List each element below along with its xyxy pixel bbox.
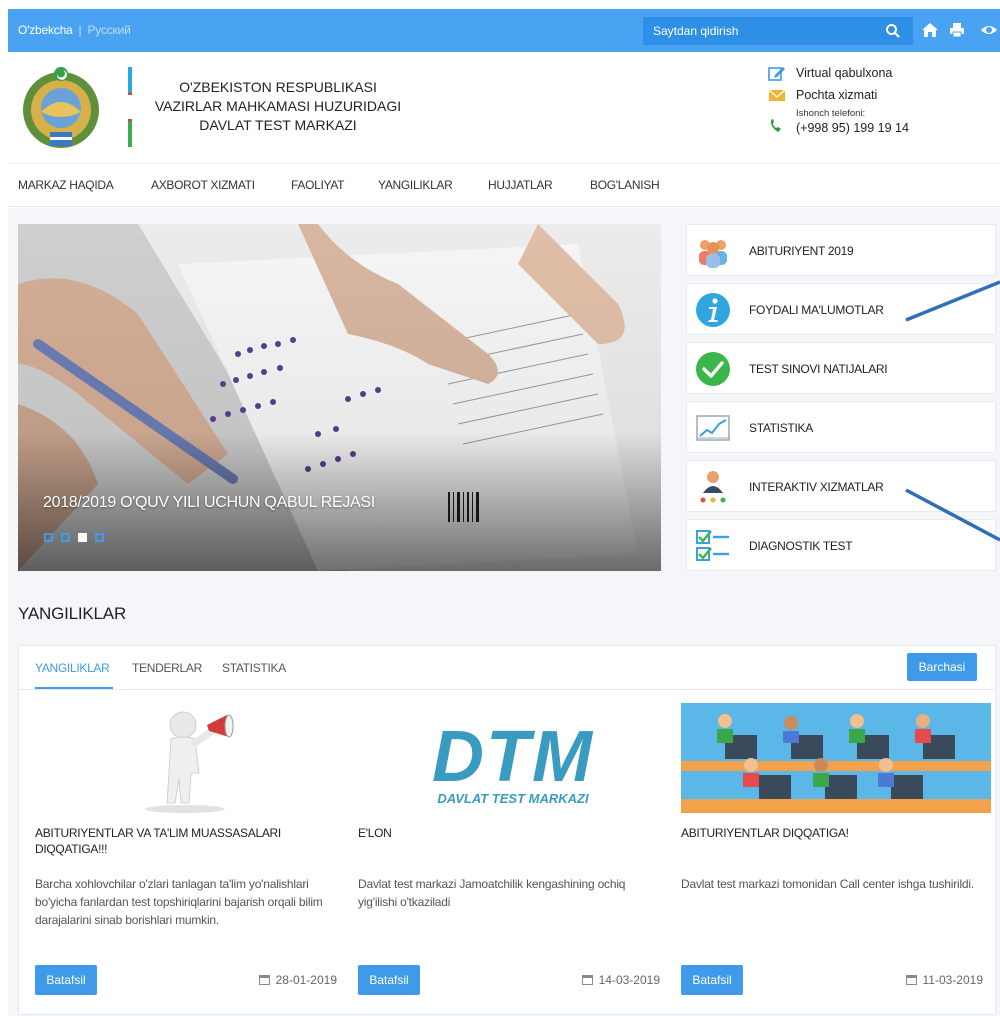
phone-icon bbox=[770, 119, 781, 132]
call-center-image[interactable] bbox=[681, 703, 991, 813]
site-header: O'ZBEKISTON RESPUBLIKASI VAZIRLAR MAHKAM… bbox=[8, 52, 1000, 164]
top-bar: O'zbekcha | Русский bbox=[8, 9, 1000, 52]
nav-item-about[interactable]: MARKAZ HAQIDA bbox=[18, 178, 114, 192]
edit-icon bbox=[768, 67, 785, 81]
organization-name: O'ZBEKISTON RESPUBLIKASI VAZIRLAR MAHKAM… bbox=[148, 78, 408, 135]
header-contacts: Virtual qabulxona Pochta xizmati Ishonch… bbox=[768, 64, 909, 142]
news-card-description: Davlat test markazi Jamoatchilik kengash… bbox=[358, 877, 626, 909]
tab-tenders[interactable]: TENDERLAR bbox=[132, 661, 202, 675]
quick-link-label: DIAGNOSTIK TEST bbox=[749, 539, 853, 553]
quick-link-label: TEST SINOVI NATIJALARI bbox=[749, 362, 888, 376]
search-icon[interactable] bbox=[885, 23, 901, 39]
quick-link-applicant[interactable]: ABITURIYENT 2019 bbox=[686, 224, 996, 276]
active-tab-indicator bbox=[35, 687, 113, 689]
search-input[interactable] bbox=[643, 17, 878, 45]
org-line-1: O'ZBEKISTON RESPUBLIKASI bbox=[179, 79, 377, 95]
slider-dots bbox=[44, 533, 104, 542]
nav-item-news[interactable]: YANGILIKLAR bbox=[378, 178, 453, 192]
envelope-icon bbox=[768, 89, 786, 101]
print-icon[interactable] bbox=[948, 21, 966, 39]
home-icon[interactable] bbox=[921, 21, 939, 39]
quick-link-label: STATISTIKA bbox=[749, 421, 813, 435]
dtm-logo-subtitle: DAVLAT TEST MARKAZI bbox=[437, 791, 589, 806]
quick-link-useful-info[interactable]: FOYDALI MA'LUMOTLAR bbox=[686, 283, 996, 335]
lang-uzbek-link[interactable]: O'zbekcha bbox=[18, 23, 73, 37]
nav-item-activity[interactable]: FAOLIYAT bbox=[291, 178, 344, 192]
date-text: 28-01-2019 bbox=[275, 973, 337, 987]
nav-item-contact[interactable]: BOG'LANISH bbox=[590, 178, 660, 192]
search-box bbox=[643, 17, 913, 45]
news-card: ABITURIYENTLAR VA TA'LIM MUASSASALARI DI… bbox=[35, 703, 345, 1013]
slider-dot[interactable] bbox=[95, 533, 104, 542]
news-card-date: 11-03-2019 bbox=[905, 973, 984, 987]
news-card-title[interactable]: ABITURIYENTLAR DIQQATIGA! bbox=[681, 825, 981, 841]
read-more-button[interactable]: Batafsil bbox=[358, 965, 420, 995]
tab-statistics[interactable]: STATISTIKA bbox=[222, 661, 286, 675]
phone-label: Ishonch telefoni: bbox=[796, 108, 866, 119]
news-card-date: 28-01-2019 bbox=[258, 973, 337, 987]
quick-link-interactive[interactable]: INTERAKTIV XIZMATLAR bbox=[686, 460, 996, 512]
calendar-icon bbox=[905, 975, 917, 985]
dtm-logo-image[interactable]: DTM DAVLAT TEST MARKAZI bbox=[358, 703, 668, 813]
quick-link-label: ABITURIYENT 2019 bbox=[749, 244, 854, 258]
news-card: ABITURIYENTLAR DIQQATIGA! Davlat test ma… bbox=[681, 703, 991, 1013]
hero-slider[interactable]: 2018/2019 O'QUV YILI UCHUN QABUL REJASI bbox=[18, 224, 661, 571]
slide-title[interactable]: 2018/2019 O'QUV YILI UCHUN QABUL REJASI bbox=[43, 494, 375, 512]
mail-service-label: Pochta xizmati bbox=[796, 88, 878, 102]
dtm-logo-text: DTM bbox=[432, 717, 594, 797]
eye-icon[interactable] bbox=[980, 21, 998, 39]
news-card: DTM DAVLAT TEST MARKAZI E'LON Davlat tes… bbox=[358, 703, 668, 1013]
org-line-3: DAVLAT TEST MARKAZI bbox=[199, 117, 357, 133]
news-card-description: Davlat test markazi tomonidan Call cente… bbox=[681, 877, 974, 891]
quick-link-results[interactable]: TEST SINOVI NATIJALARI bbox=[686, 342, 996, 394]
lang-russian-link[interactable]: Русский bbox=[87, 23, 130, 37]
nav-item-press[interactable]: AXBOROT XIZMATI bbox=[151, 178, 255, 192]
slider-dot[interactable] bbox=[61, 533, 70, 542]
news-card-title[interactable]: ABITURIYENTLAR VA TA'LIM MUASSASALARI DI… bbox=[35, 825, 335, 857]
main-navigation: MARKAZ HAQIDA AXBOROT XIZMATI FAOLIYAT Y… bbox=[8, 165, 1000, 207]
language-switcher: O'zbekcha | Русский bbox=[18, 23, 131, 37]
news-card-description: Barcha xohlovchilar o'zlari tanlagan ta'… bbox=[35, 877, 323, 927]
mail-service-link[interactable]: Pochta xizmati bbox=[768, 86, 909, 108]
quick-link-label: INTERAKTIV XIZMATLAR bbox=[749, 480, 884, 494]
read-more-button[interactable]: Batafsil bbox=[681, 965, 743, 995]
calendar-icon bbox=[258, 975, 270, 985]
org-line-2: VAZIRLAR MAHKAMASI HUZURIDAGI bbox=[154, 98, 402, 114]
virtual-reception-link[interactable]: Virtual qabulxona bbox=[768, 64, 909, 86]
info-icon bbox=[696, 293, 730, 327]
quick-link-label: FOYDALI MA'LUMOTLAR bbox=[749, 303, 884, 317]
person-network-icon bbox=[700, 471, 726, 503]
chart-icon bbox=[696, 415, 730, 441]
trust-phone: Ishonch telefoni: (+998 95) 199 19 14 bbox=[768, 108, 909, 142]
flag-stripe bbox=[128, 67, 132, 147]
date-text: 14-03-2019 bbox=[598, 973, 660, 987]
news-card-date: 14-03-2019 bbox=[581, 973, 660, 987]
checklist-icon bbox=[696, 530, 729, 561]
view-all-button[interactable]: Barchasi bbox=[907, 653, 977, 681]
read-more-button[interactable]: Batafsil bbox=[35, 965, 97, 995]
checkmark-icon bbox=[696, 352, 730, 386]
slider-image bbox=[18, 224, 661, 571]
slider-dot[interactable] bbox=[44, 533, 53, 542]
state-emblem-logo[interactable] bbox=[20, 62, 102, 154]
news-section-title: YANGILIKLAR bbox=[18, 604, 127, 623]
phone-number: (+998 95) 199 19 14 bbox=[796, 121, 909, 135]
quick-link-statistics[interactable]: STATISTIKA bbox=[686, 401, 996, 453]
quick-links: ABITURIYENT 2019 FOYDALI MA'LUMOTLAR TES… bbox=[686, 224, 996, 578]
date-text: 11-03-2019 bbox=[922, 973, 984, 987]
calendar-icon bbox=[581, 975, 593, 985]
people-icon bbox=[699, 240, 727, 268]
news-tabs: YANGILIKLAR TENDERLAR STATISTIKA Barchas… bbox=[19, 646, 995, 690]
megaphone-figure-image[interactable] bbox=[35, 703, 345, 813]
virtual-reception-label: Virtual qabulxona bbox=[796, 66, 893, 80]
slider-dot-active[interactable] bbox=[78, 533, 87, 542]
quick-link-diagnostic[interactable]: DIAGNOSTIK TEST bbox=[686, 519, 996, 571]
lang-separator: | bbox=[78, 23, 82, 37]
tab-news[interactable]: YANGILIKLAR bbox=[35, 661, 110, 675]
nav-item-documents[interactable]: HUJJATLAR bbox=[488, 178, 553, 192]
news-panel: YANGILIKLAR TENDERLAR STATISTIKA Barchas… bbox=[18, 645, 996, 1015]
news-card-title[interactable]: E'LON bbox=[358, 825, 658, 841]
